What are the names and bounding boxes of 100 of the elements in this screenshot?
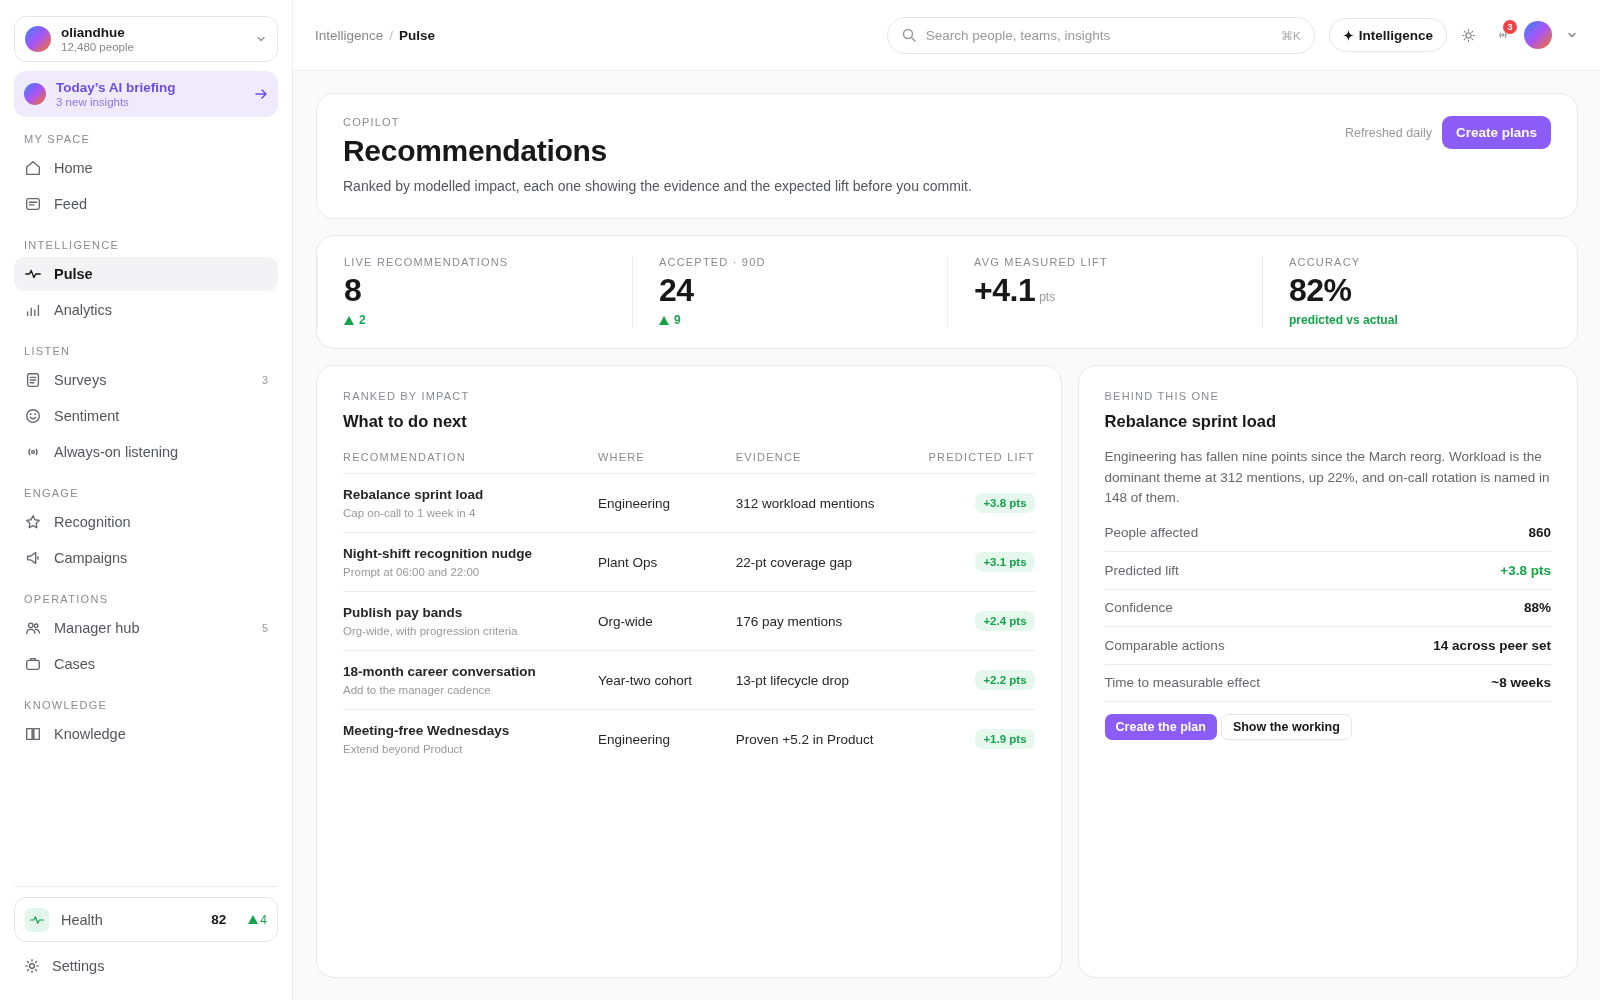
recommendation-title: 18-month career conversation	[343, 664, 537, 679]
fact-label: Time to measurable effect	[1104, 675, 1260, 691]
where-cell: Year-two cohort	[597, 672, 692, 688]
recommendation-subtitle: Add to the manager cadence	[343, 684, 492, 696]
briefcase-icon	[24, 655, 42, 673]
settings-icon	[24, 958, 40, 974]
section-heading: OPERATIONS	[23, 593, 110, 605]
list-icon	[24, 195, 42, 213]
nav-item[interactable]: Sentiment	[14, 399, 278, 433]
recommendation-subtitle: Extend beyond Product	[343, 743, 464, 756]
nav-item[interactable]: Campaigns	[14, 541, 278, 575]
stat-label: ACCEPTED · 90D	[659, 256, 767, 268]
refresh-note: Refreshed daily	[1345, 125, 1432, 140]
stat-note: predicted vs actual	[1289, 313, 1398, 327]
lift-badge: +2.4 pts	[975, 611, 1035, 631]
page-title: Recommendations	[343, 134, 608, 168]
nav-item[interactable]: Always-on listening	[14, 435, 278, 469]
smile-icon	[24, 407, 42, 425]
workspace-name: oliandhue	[61, 25, 126, 40]
evidence-cell: 312 workload mentions	[735, 495, 875, 511]
nav-item[interactable]: Analytics	[14, 293, 278, 327]
shortcut-hint: ⌘K	[1281, 28, 1301, 43]
recommendation-title: Rebalance sprint load	[343, 487, 485, 502]
recommendation-subtitle: Org-wide, with progression criteria	[343, 625, 519, 637]
nav-item[interactable]: Feed	[14, 187, 278, 221]
eyebrow-label: BEHIND THIS ONE	[1104, 390, 1219, 402]
recommendation-title: Publish pay bands	[343, 605, 464, 620]
eyebrow-label: COPILOT	[343, 116, 401, 128]
fact-label: Confidence	[1104, 600, 1173, 616]
briefing-avatar-icon	[24, 83, 46, 105]
fact-label: Predicted lift	[1104, 562, 1179, 578]
recommendation-title: Meeting-free Wednesdays	[343, 723, 511, 739]
nav-item[interactable]: Manager hub 5	[14, 611, 278, 645]
nav-item[interactable]: Pulse	[14, 257, 278, 291]
book-icon	[24, 725, 42, 743]
nav-item[interactable]: Recognition	[14, 505, 278, 539]
show-working-button[interactable]: Show the working	[1220, 714, 1352, 740]
where-cell: Plant Ops	[597, 554, 658, 570]
briefing-title: Today’s AI briefing	[56, 80, 177, 95]
fact-label: People affected	[1104, 525, 1199, 541]
intelligence-button[interactable]: Intelligence	[1328, 18, 1447, 52]
lift-badge: +3.8 pts	[975, 493, 1035, 513]
fact-value: 14 across peer set	[1433, 637, 1551, 653]
up-triangle-icon	[659, 315, 669, 325]
evidence-cell: 13-pt lifecycle drop	[735, 672, 850, 688]
arrow-right-icon	[254, 87, 268, 101]
breadcrumb-separator: /	[389, 27, 394, 43]
nav-item[interactable]: Knowledge	[14, 717, 278, 751]
people-icon	[24, 619, 42, 637]
eyebrow-label: RANKED BY IMPACT	[343, 390, 470, 402]
section-title: Rebalance sprint load	[1104, 412, 1278, 431]
home-icon	[24, 159, 42, 177]
column-header: WHERE	[597, 451, 736, 474]
stat-label: LIVE RECOMMENDATIONS	[344, 256, 510, 268]
lift-badge: +2.2 pts	[975, 670, 1035, 690]
detail-description: Engineering has fallen nine points since the March reorg. Workload is the dominant theme at 312 mentions, up 22%, and on-call rotation is named in 148 of them.	[1104, 448, 1551, 507]
fact-label: Comparable actions	[1104, 637, 1225, 653]
recommendation-title: Night-shift recognition nudge	[343, 546, 533, 561]
column-header: RECOMMENDATION	[343, 451, 598, 474]
breadcrumb-current: Pulse	[399, 27, 436, 43]
workspace-switcher[interactable]: oliandhue 12,480 people	[14, 16, 278, 62]
stat-value: 24	[659, 272, 694, 309]
column-header: EVIDENCE	[735, 451, 929, 474]
health-change: 4	[260, 912, 267, 927]
health-card[interactable]: Health 82 4	[14, 897, 278, 942]
nav-item[interactable]: Home	[14, 151, 278, 185]
lift-badge: +3.1 pts	[975, 552, 1035, 572]
fact-value: +3.8 pts	[1500, 562, 1551, 578]
nav-item[interactable]: Surveys 3	[14, 363, 278, 397]
up-triangle-icon	[344, 315, 354, 325]
notification-badge: 3	[1503, 20, 1517, 34]
where-cell: Org-wide	[597, 613, 653, 629]
lift-badge: +1.9 pts	[975, 729, 1035, 750]
document-icon	[24, 371, 42, 389]
stat-label: AVG MEASURED LIFT	[974, 256, 1109, 268]
megaphone-icon	[24, 549, 42, 567]
nav-item[interactable]: Cases	[14, 647, 278, 681]
section-heading: ENGAGE	[23, 487, 80, 499]
page-description: Ranked by modelled impact, each one showing the evidence and the expected lift before you commit.	[343, 178, 973, 194]
breadcrumb-link[interactable]: Intelligence	[315, 27, 384, 43]
settings-link[interactable]: Settings	[14, 946, 278, 986]
evidence-cell: 22-pt coverage gap	[735, 554, 853, 570]
section-title: What to do next	[343, 412, 468, 431]
stat-unit: pts	[1039, 290, 1056, 304]
health-score: 82	[211, 912, 227, 927]
section-heading: MY SPACE	[23, 133, 92, 145]
create-plans-button[interactable]: Create plans	[1441, 116, 1551, 149]
user-avatar-icon	[1524, 21, 1552, 49]
create-plan-button[interactable]: Create the plan	[1104, 714, 1217, 740]
stat-label: ACCURACY	[1289, 256, 1362, 268]
health-label: Health	[61, 911, 104, 928]
section-heading: KNOWLEDGE	[23, 699, 109, 711]
ai-briefing-card[interactable]: Today’s AI briefing 3 new insights	[14, 71, 278, 117]
sun-icon[interactable]	[1461, 27, 1476, 43]
recommendation-subtitle: Cap on-call to 1 week in 4	[343, 507, 477, 519]
evidence-cell: 176 pay mentions	[735, 613, 843, 629]
stat-value: 82%	[1289, 272, 1352, 309]
workspace-avatar-icon	[25, 26, 51, 52]
fact-value: 88%	[1523, 600, 1551, 616]
evidence-cell: Proven +5.2 in Product	[735, 731, 874, 747]
